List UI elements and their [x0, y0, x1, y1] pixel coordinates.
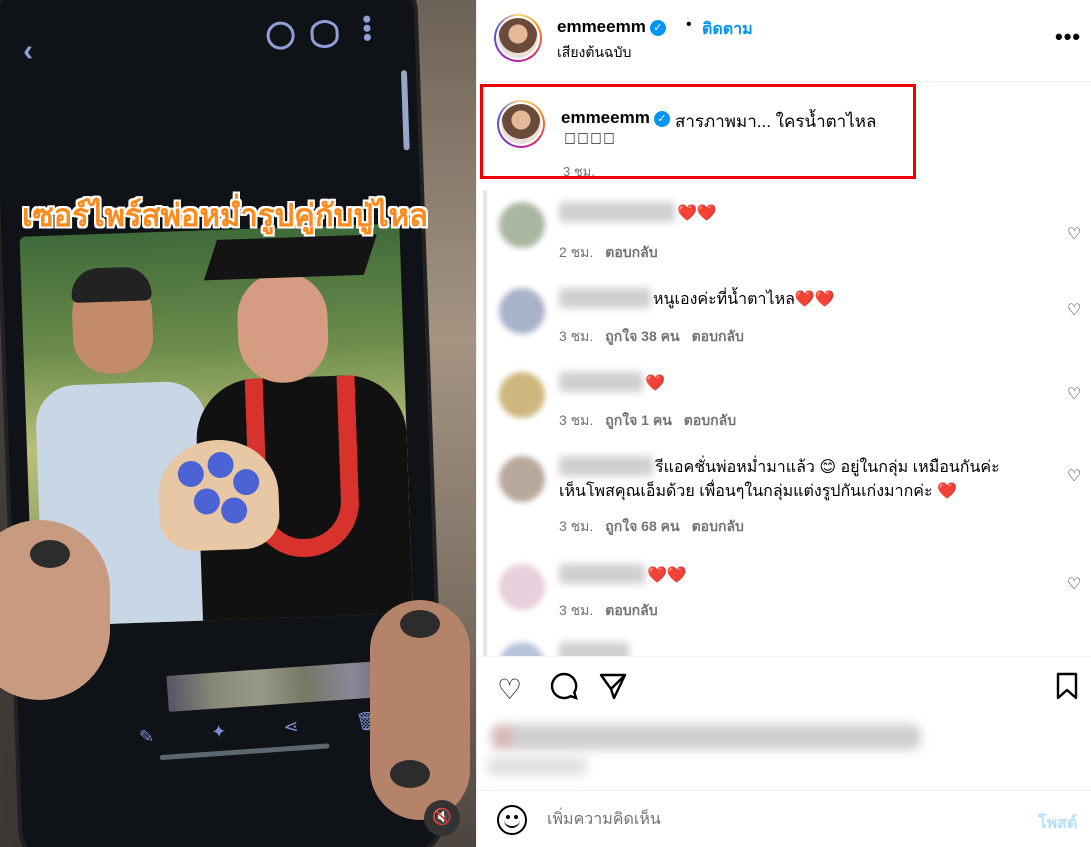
hand-right [370, 600, 470, 820]
comment-time: 3 ชม. [559, 412, 594, 428]
reply-button[interactable]: ตอบกลับ [692, 328, 744, 344]
comment-time: 2 ชม. [559, 244, 594, 260]
reply-button[interactable]: ตอบกลับ [684, 412, 736, 428]
comment-avatar[interactable] [499, 564, 545, 610]
comment-avatar[interactable] [499, 202, 545, 248]
post-comment-button[interactable]: โพสต์ [1038, 811, 1077, 836]
comment-avatar[interactable] [499, 372, 545, 418]
comment-time: 3 ชม. [559, 602, 594, 618]
caption-emoji: 􀀀􀀀􀀀􀀀 [564, 131, 616, 148]
phone-scrollbar [400, 70, 410, 151]
comment-hearts: ❤️❤️ [677, 205, 717, 222]
comment-hearts: ❤️ [937, 483, 957, 500]
reply-button[interactable]: ตอบกลับ [605, 602, 657, 618]
comment-hearts: ❤️❤️ [794, 291, 835, 308]
edit-icon: ✎ [138, 726, 155, 748]
comment-text: รีแอคชั่นพ่อหม่ำมาแล้ว 😊 อยู่ในกลุ่ม เหม… [655, 459, 1000, 476]
phone-toolbar: ✎ ✦ ⋖ 🗑 [138, 710, 379, 748]
comment-time: 3 ชม. [559, 518, 594, 534]
phone-top-bar: ‹ ••• [14, 13, 405, 68]
add-comment-bar: โพสต์ [477, 790, 1091, 847]
post-actions: ♡ [477, 656, 1091, 716]
caption-highlight: emmeemm ✓ สารภาพมา... ใครน้ำตาไหล 􀀀􀀀􀀀􀀀 3 … [480, 84, 916, 179]
comment-text-line2: เห็นโพสคุณเอ็มด้วย เพื่อนๆในกลุ่มแต่งรูป… [559, 483, 933, 500]
reply-button[interactable]: ตอบกลับ [692, 518, 744, 534]
eye-icon [310, 19, 340, 49]
heart-icon[interactable]: ♡ [497, 673, 522, 706]
comment-input[interactable] [547, 807, 1007, 833]
blurred-username[interactable] [559, 564, 645, 584]
separator-dot: • [686, 16, 692, 33]
cast-icon [266, 21, 296, 51]
comment-avatar[interactable] [499, 642, 545, 656]
comment-hearts: ❤️ [645, 375, 665, 392]
username-link[interactable]: emmeemm ✓ [557, 17, 666, 37]
man-graduate [189, 224, 413, 627]
post-media[interactable]: ‹ ••• ✎ ✦ ⋖ 🗑 เซอร์ไพร์สพ่อหม่ำรูปคู่กับ… [0, 0, 476, 847]
verified-icon: ✓ [649, 20, 666, 36]
heart-icon[interactable]: ♡ [1067, 224, 1081, 244]
video-overlay-text: เซอร์ไพร์สพ่อหม่ำรูปคู่กับปู่ไหล [22, 198, 429, 234]
heart-icon[interactable]: ♡ [1067, 384, 1081, 404]
comment-time: 3 ชม. [559, 328, 594, 344]
likes-count[interactable]: ถูกใจ 1 คน [605, 412, 672, 428]
comment-avatar[interactable] [499, 456, 545, 502]
share-icon: ⋖ [282, 716, 300, 738]
reply-button[interactable]: ตอบกลับ [605, 244, 657, 260]
caption-avatar[interactable] [497, 100, 545, 148]
comment-avatar[interactable] [499, 288, 545, 334]
post-panel: emmeemm ✓ • ติดตาม เสียงต้นฉบับ ••• emmee… [476, 0, 1091, 847]
comment-hearts: ❤️❤️ [647, 567, 687, 584]
comment-text: หนูเองค่ะที่น้ำตาไหล [653, 291, 795, 308]
more-horizontal-icon[interactable]: ••• [1055, 24, 1081, 50]
hand-left [0, 520, 110, 700]
audio-link[interactable]: เสียงต้นฉบับ [557, 42, 631, 64]
comment-icon[interactable] [549, 671, 579, 708]
caption-text: สารภาพมา... ใครน้ำตาไหล [675, 112, 877, 131]
heart-icon[interactable]: ♡ [1067, 300, 1081, 320]
likes-count[interactable]: ถูกใจ 38 คน [605, 328, 679, 344]
back-icon: ‹ [22, 34, 34, 68]
thumbnail-strip [166, 659, 399, 712]
blurred-username[interactable] [559, 372, 643, 392]
blurred-likes-summary[interactable] [491, 724, 921, 750]
caption-username[interactable]: emmeemm ✓ [561, 108, 670, 128]
blurred-username[interactable] [559, 202, 675, 222]
blurred-username[interactable] [559, 642, 629, 656]
caption-time: 3 ชม. [563, 164, 595, 179]
blurred-username[interactable] [559, 288, 651, 308]
blurred-username[interactable] [559, 456, 653, 476]
blurred-post-date [487, 756, 587, 776]
share-icon[interactable] [598, 671, 628, 708]
comments-scrollbar[interactable] [483, 190, 487, 656]
more-vertical-icon: ••• [351, 14, 383, 43]
follow-button[interactable]: ติดตาม [702, 17, 753, 42]
comments-list[interactable]: ❤️❤️ 2 ชม. ตอบกลับ ♡ หนูเองค่ะที่น้ำตาไหล… [477, 190, 1091, 656]
mute-icon[interactable]: 🔇 [424, 800, 460, 836]
ai-icon: ✦ [210, 721, 228, 743]
avatar[interactable] [494, 14, 542, 62]
phone-home-bar [159, 743, 330, 761]
likes-count[interactable]: ถูกใจ 68 คน [605, 518, 679, 534]
heart-icon[interactable]: ♡ [1067, 574, 1081, 594]
post-header: emmeemm ✓ • ติดตาม เสียงต้นฉบับ ••• [477, 0, 1091, 82]
bookmark-icon[interactable] [1055, 671, 1079, 708]
heart-icon[interactable]: ♡ [1067, 466, 1081, 486]
verified-icon: ✓ [653, 111, 670, 127]
